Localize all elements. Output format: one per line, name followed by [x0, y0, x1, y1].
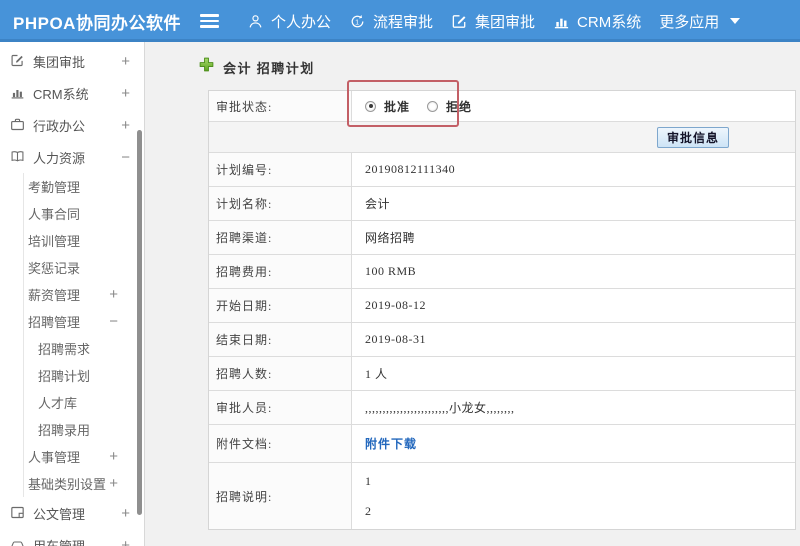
- nav-group-approval[interactable]: 集团审批: [451, 11, 535, 32]
- table-row-attachment: 附件文档: 附件下载: [209, 425, 795, 463]
- expand-toggle[interactable]: −: [109, 313, 118, 330]
- nav-process-approval[interactable]: 1 流程审批: [349, 11, 433, 32]
- sidebar-item-personnel-mgmt[interactable]: 人事管理 +: [24, 443, 144, 470]
- recruit-plan-detail-table: 审批状态: 批准 拒绝 审批信息 计划编号: 20190812111340 计划…: [208, 80, 796, 530]
- bar-chart-icon: [553, 13, 570, 30]
- table-row-approvers: 审批人员: ,,,,,,,,,,,,,,,,,,,,,,,,小龙女,,,,,,,…: [209, 391, 795, 425]
- caret-down-icon: [730, 18, 741, 24]
- sidebar-item-hr-contract[interactable]: 人事合同: [24, 200, 144, 227]
- table-row-end-date: 结束日期: 2019-08-31: [209, 323, 795, 357]
- nav-personal-office[interactable]: 个人办公: [247, 11, 331, 32]
- sidebar-item-attendance[interactable]: 考勤管理: [24, 173, 144, 200]
- sidebar-item-base-category-settings[interactable]: 基础类别设置 +: [24, 470, 144, 497]
- green-plus-icon: [199, 57, 214, 77]
- radio-option-reject[interactable]: 拒绝: [427, 98, 472, 115]
- table-row-plan-number: 计划编号: 20190812111340: [209, 153, 795, 187]
- expand-toggle[interactable]: +: [109, 286, 118, 303]
- user-icon: [247, 13, 264, 30]
- expand-toggle[interactable]: +: [121, 537, 130, 546]
- table-row-approval-action: 审批信息: [209, 122, 795, 153]
- phpoa-app-window: PHPOA协同办公软件 个人办公 1 流程审批 集团审批 CRM系统 更多应用 …: [0, 0, 800, 546]
- process-approval-icon: 1: [349, 13, 366, 30]
- expand-toggle[interactable]: +: [121, 85, 130, 102]
- table-row-approval-status: 审批状态: 批准 拒绝: [209, 91, 795, 122]
- briefcase-icon: [10, 117, 26, 133]
- sidebar-item-recruit-hire[interactable]: 招聘录用: [24, 416, 144, 443]
- svg-text:1: 1: [355, 17, 359, 26]
- radio-option-approve[interactable]: 批准: [365, 98, 410, 115]
- expand-toggle[interactable]: +: [109, 475, 118, 492]
- sidebar-item-human-resources[interactable]: 人力资源 −: [0, 141, 144, 173]
- main-content: 会计 招聘计划 审批状态: 批准 拒绝 审批信息 计划编号: 201908121…: [145, 42, 800, 546]
- attachment-download-link[interactable]: 附件下载: [365, 435, 417, 452]
- table-row-recruit-cost: 招聘费用: 100 RMB: [209, 255, 795, 289]
- expand-toggle[interactable]: +: [109, 448, 118, 465]
- hr-submenu: 考勤管理 人事合同 培训管理 奖惩记录 薪资管理 + 招聘管理 − 招聘需求 招…: [23, 173, 144, 497]
- sidebar-item-recruit-plan[interactable]: 招聘计划: [24, 362, 144, 389]
- sidebar-item-recruit-demand[interactable]: 招聘需求: [24, 335, 144, 362]
- top-navigation: 个人办公 1 流程审批 集团审批 CRM系统 更多应用: [247, 11, 741, 32]
- table-row-headcount: 招聘人数: 1 人: [209, 357, 795, 391]
- table-row-start-date: 开始日期: 2019-08-12: [209, 289, 795, 323]
- expand-toggle[interactable]: +: [121, 53, 130, 70]
- sidebar-scrollbar[interactable]: [137, 130, 142, 515]
- approval-status-options: 批准 拒绝: [352, 91, 795, 121]
- edit-square-icon: [451, 13, 468, 30]
- approval-info-button[interactable]: 审批信息: [656, 126, 729, 148]
- expand-toggle[interactable]: +: [121, 505, 130, 522]
- expand-toggle[interactable]: −: [121, 149, 130, 166]
- sidebar-item-group-approval[interactable]: 集团审批 +: [0, 45, 144, 77]
- open-book-icon: [10, 149, 26, 165]
- sidebar-item-document-mgmt[interactable]: 公文管理 +: [0, 497, 144, 529]
- table-row-recruit-channel: 招聘渠道: 网络招聘: [209, 221, 795, 255]
- document-icon: [10, 505, 26, 521]
- radio-button-approve[interactable]: [365, 100, 376, 112]
- sidebar-item-training[interactable]: 培训管理: [24, 227, 144, 254]
- page-title: 会计 招聘计划: [199, 57, 800, 77]
- bar-chart-icon: [10, 85, 26, 101]
- topbar: PHPOA协同办公软件 个人办公 1 流程审批 集团审批 CRM系统 更多应用: [0, 0, 800, 42]
- sidebar-item-admin-office[interactable]: 行政办公 +: [0, 109, 144, 141]
- hamburger-menu-icon[interactable]: [200, 14, 219, 28]
- sidebar-item-vehicle-mgmt[interactable]: 用车管理 +: [0, 529, 144, 546]
- sidebar-item-recruit-mgmt[interactable]: 招聘管理 −: [24, 308, 144, 335]
- expand-toggle[interactable]: +: [121, 117, 130, 134]
- edit-square-icon: [10, 53, 26, 69]
- sidebar-item-salary-mgmt[interactable]: 薪资管理 +: [24, 281, 144, 308]
- nav-crm-system[interactable]: CRM系统: [553, 11, 641, 32]
- car-icon: [10, 537, 26, 546]
- nav-more-apps[interactable]: 更多应用: [659, 11, 741, 32]
- sidebar-item-rewards-records[interactable]: 奖惩记录: [24, 254, 144, 281]
- sidebar: 集团审批 + CRM系统 + 行政办公 + 人力资源 − 考勤管理 人事合同 培…: [0, 42, 145, 546]
- description-line: 2: [365, 503, 372, 518]
- table-row-plan-name: 计划名称: 会计: [209, 187, 795, 221]
- app-logo[interactable]: PHPOA协同办公软件: [0, 9, 188, 34]
- sidebar-item-crm[interactable]: CRM系统 +: [0, 77, 144, 109]
- radio-button-reject[interactable]: [427, 100, 439, 112]
- description-line: 1: [365, 473, 372, 488]
- sidebar-item-talent-pool[interactable]: 人才库: [24, 389, 144, 416]
- table-row-recruit-description: 招聘说明: 1 2: [209, 463, 795, 529]
